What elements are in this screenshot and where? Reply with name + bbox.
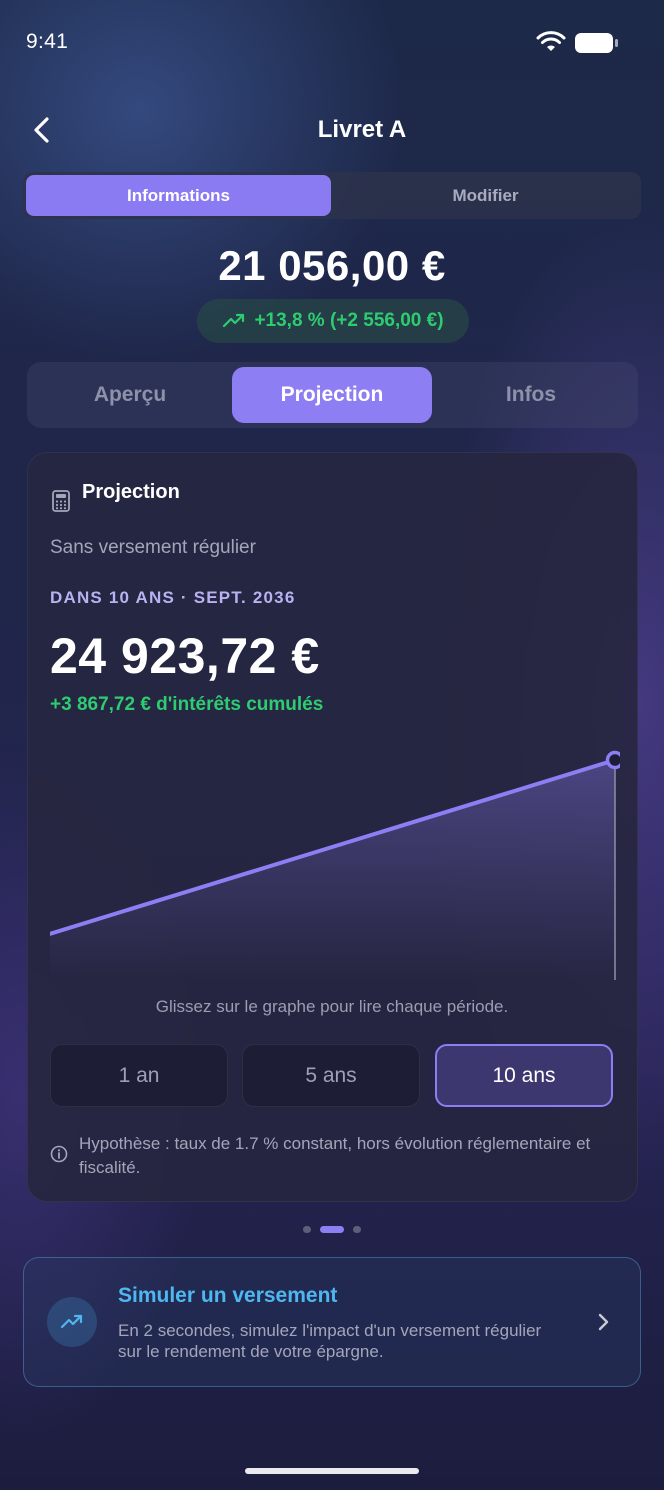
tab-projection[interactable]: Projection xyxy=(232,367,432,423)
mode-segmented-control: Informations Modifier xyxy=(23,172,641,219)
page-title: Livret A xyxy=(317,116,407,143)
tab-infos[interactable]: Infos xyxy=(431,367,631,423)
projection-chart[interactable] xyxy=(50,740,620,985)
home-indicator[interactable] xyxy=(245,1468,419,1474)
simulate-icon-badge xyxy=(47,1297,97,1347)
projection-subtitle: Sans versement régulier xyxy=(50,537,256,558)
segment-informations[interactable]: Informations xyxy=(26,175,331,216)
cumulated-interest: +3 867,72 € d'intérêts cumulés xyxy=(50,694,324,715)
wifi-icon xyxy=(536,31,566,51)
hypothesis-note: Hypothèse : taux de 1.7 % constant, hors… xyxy=(79,1134,591,1177)
period-5-ans-button[interactable]: 5 ans xyxy=(242,1044,420,1107)
balance-amount: 21 056,00 € xyxy=(218,242,446,289)
chevron-right-icon[interactable] xyxy=(596,1312,610,1332)
view-tabs: Aperçu Projection Infos xyxy=(27,362,638,428)
page-dot-active[interactable] xyxy=(320,1226,344,1233)
chart-end-point[interactable] xyxy=(605,750,621,770)
page-dot[interactable] xyxy=(353,1226,361,1233)
status-time: 9:41 xyxy=(26,30,69,53)
chart-hint: Glissez sur le graphe pour lire chaque p… xyxy=(155,997,509,1016)
page-dot[interactable] xyxy=(303,1226,311,1233)
trend-up-icon xyxy=(60,1314,83,1329)
segment-modifier[interactable]: Modifier xyxy=(333,175,638,216)
projection-horizon: DANS 10 ANS · SEPT. 2036 xyxy=(50,588,296,607)
chart-area xyxy=(50,760,615,980)
performance-change: +13,8 % (+2 556,00 €) xyxy=(254,310,444,331)
simulate-title[interactable]: Simuler un versement xyxy=(118,1284,337,1308)
projected-value: 24 923,72 € xyxy=(50,628,320,684)
tab-apercu[interactable]: Aperçu xyxy=(30,367,230,423)
info-icon xyxy=(50,1145,68,1163)
calculator-icon xyxy=(52,490,70,512)
simulate-description: En 2 secondes, simulez l'impact d'un ver… xyxy=(118,1321,542,1361)
battery-icon xyxy=(575,33,618,53)
period-10-ans-button[interactable]: 10 ans xyxy=(435,1044,613,1107)
performance-badge: +13,8 % (+2 556,00 €) xyxy=(197,299,469,343)
trend-up-icon xyxy=(223,313,245,328)
period-1-an-button[interactable]: 1 an xyxy=(50,1044,228,1107)
projection-title: Projection xyxy=(82,481,180,503)
